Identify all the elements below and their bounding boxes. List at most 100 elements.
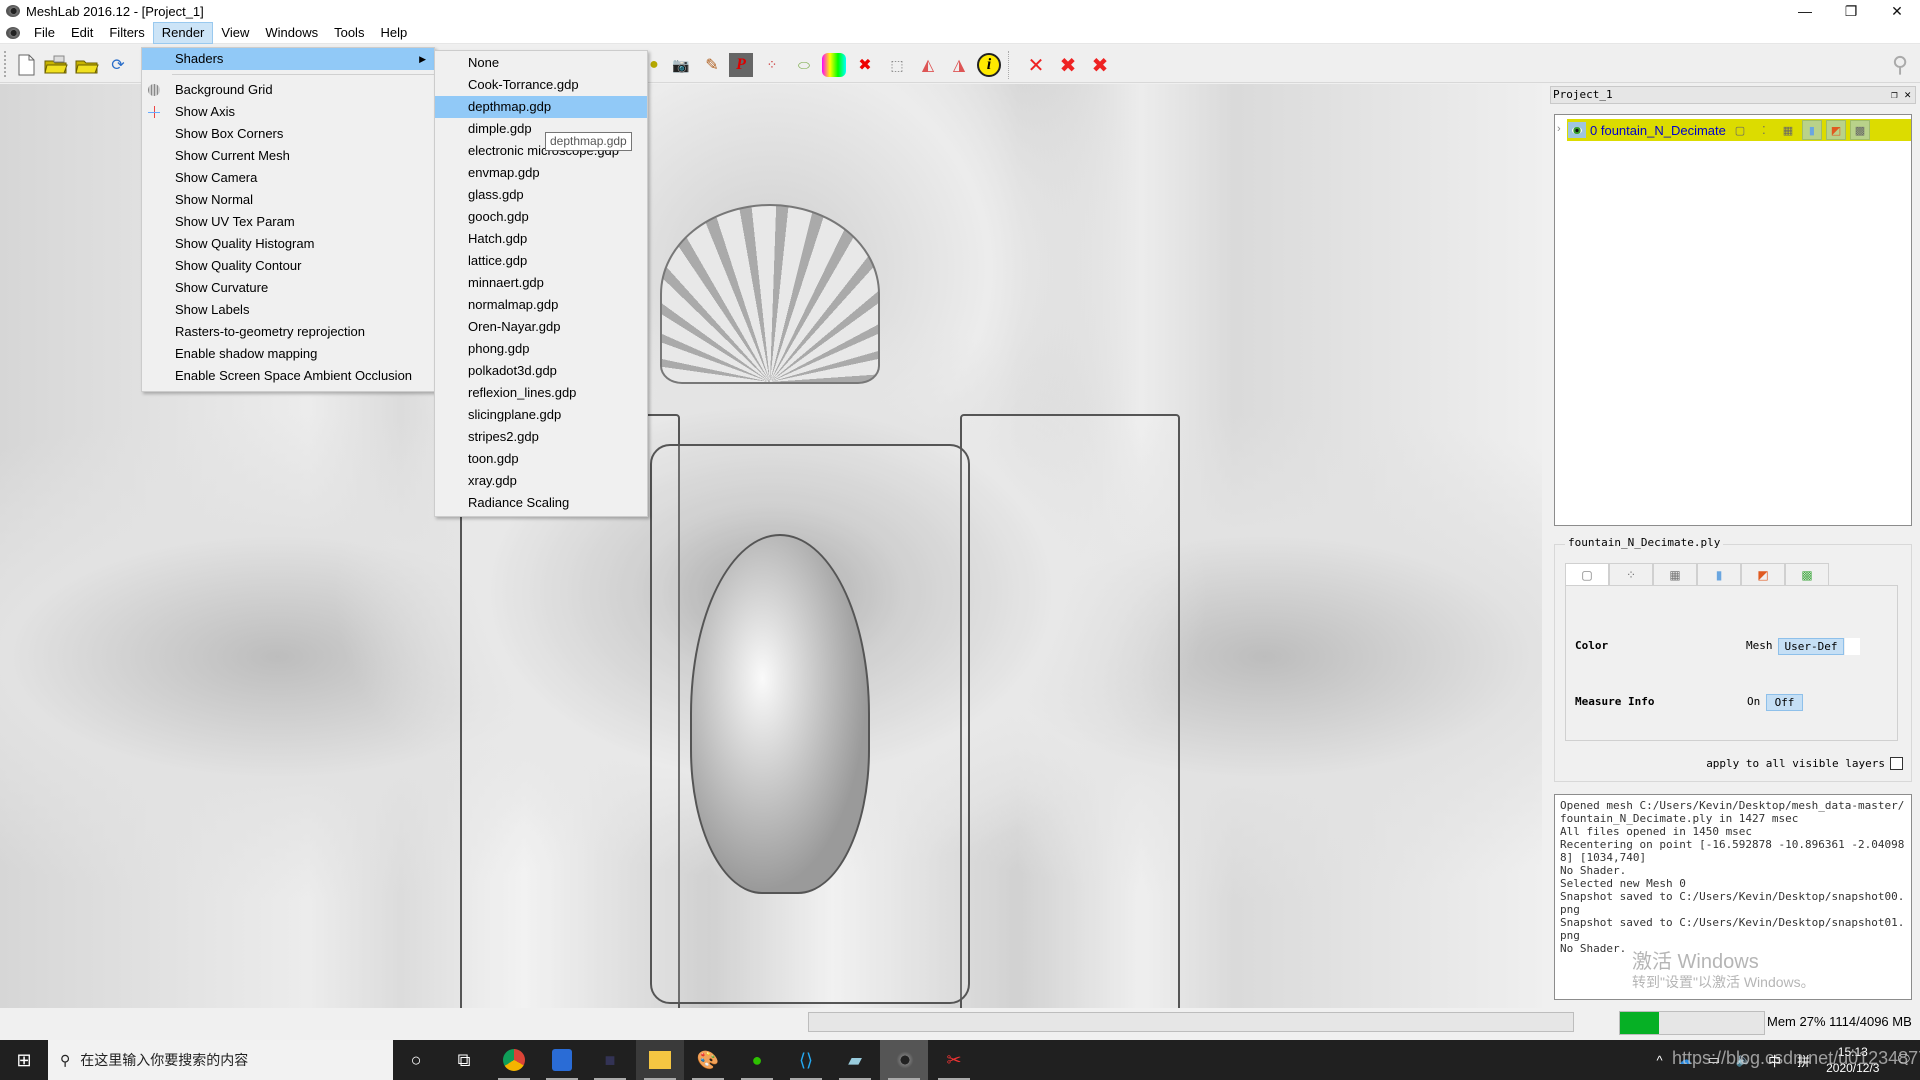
shader-item[interactable]: Oren-Nayar.gdp <box>435 316 647 338</box>
menu-item-show-quality-histogram[interactable]: Show Quality Histogram <box>142 233 434 255</box>
wireframe-icon[interactable]: ▦ <box>1778 120 1798 140</box>
toolbar-grip[interactable] <box>4 51 7 77</box>
paint-icon[interactable]: 🎨 <box>684 1040 732 1080</box>
menu-item-ssao[interactable]: Enable Screen Space Ambient Occlusion <box>142 365 434 387</box>
restore-button[interactable]: ❐ <box>1828 0 1874 22</box>
menu-edit[interactable]: Edit <box>63 22 101 44</box>
float-panel-icon[interactable]: ❐ <box>1891 88 1898 101</box>
task-view-icon[interactable]: ⧉ <box>440 1040 488 1080</box>
measure-on-option[interactable]: On <box>1747 695 1760 708</box>
open-project-icon[interactable] <box>44 53 68 77</box>
tab-texture[interactable]: ▩ <box>1785 563 1829 585</box>
raster-alignment-icon[interactable]: 📷 <box>669 53 693 77</box>
menu-filters[interactable]: Filters <box>101 22 152 44</box>
bbox-icon[interactable]: ▢ <box>1730 120 1750 140</box>
menu-item-show-quality-contour[interactable]: Show Quality Contour <box>142 255 434 277</box>
shader-item[interactable]: normalmap.gdp <box>435 294 647 316</box>
menu-item-show-axis[interactable]: Show Axis <box>142 101 434 123</box>
cat-app-icon[interactable]: ■ <box>586 1040 634 1080</box>
minimize-button[interactable]: — <box>1782 0 1828 22</box>
menu-item-rasters-reprojection[interactable]: Rasters-to-geometry reprojection <box>142 321 434 343</box>
new-project-icon[interactable] <box>14 53 38 77</box>
smooth-icon[interactable]: ◩ <box>1825 120 1846 140</box>
texture-icon[interactable]: ▩ <box>1849 120 1870 140</box>
pp-icon[interactable]: P <box>729 53 753 77</box>
shader-item[interactable]: polkadot3d.gdp <box>435 360 647 382</box>
snipping-icon[interactable]: ✂ <box>930 1040 978 1080</box>
menu-tools[interactable]: Tools <box>326 22 372 44</box>
cortana-icon[interactable]: ○ <box>392 1040 440 1080</box>
tab-smooth[interactable]: ◩ <box>1741 563 1785 585</box>
shader-item[interactable]: minnaert.gdp <box>435 272 647 294</box>
shader-item[interactable]: Hatch.gdp <box>435 228 647 250</box>
notes-icon[interactable]: ▰ <box>831 1040 879 1080</box>
select-faces-icon[interactable]: ◭ <box>916 53 940 77</box>
delete-vertices-icon[interactable]: ✕ <box>1024 53 1048 77</box>
chrome-icon[interactable] <box>490 1040 538 1080</box>
shader-item[interactable]: xray.gdp <box>435 470 647 492</box>
close-button[interactable]: ✕ <box>1874 0 1920 22</box>
open-mesh-icon[interactable] <box>75 53 99 77</box>
menu-item-show-box-corners[interactable]: Show Box Corners <box>142 123 434 145</box>
paint-brush-icon[interactable]: ✎ <box>700 53 724 77</box>
quality-mapper-icon[interactable] <box>822 53 846 77</box>
tab-bbox[interactable]: ▢ <box>1565 563 1609 585</box>
select-vertices-icon[interactable]: ⬚ <box>885 53 909 77</box>
menu-item-background-grid[interactable]: Background Grid <box>142 79 434 101</box>
meshlab-icon[interactable] <box>880 1040 928 1080</box>
wechat-icon[interactable]: ● <box>733 1040 781 1080</box>
menu-item-show-camera[interactable]: Show Camera <box>142 167 434 189</box>
shader-item[interactable]: stripes2.gdp <box>435 426 647 448</box>
menu-item-show-uv-tex-param[interactable]: Show UV Tex Param <box>142 211 434 233</box>
tab-points[interactable]: ⁘ <box>1609 563 1653 585</box>
tab-flat[interactable]: ▮ <box>1697 563 1741 585</box>
shader-item[interactable]: reflexion_lines.gdp <box>435 382 647 404</box>
menu-item-shaders[interactable]: Shaders ▶ <box>142 48 434 70</box>
menu-windows[interactable]: Windows <box>257 22 326 44</box>
flat-icon[interactable]: ▮ <box>1801 120 1822 140</box>
shader-item[interactable]: depthmap.gdp <box>435 96 647 118</box>
shader-item[interactable]: lattice.gdp <box>435 250 647 272</box>
menu-item-show-normal[interactable]: Show Normal <box>142 189 434 211</box>
tab-wire[interactable]: ▦ <box>1653 563 1697 585</box>
shader-item[interactable]: phong.gdp <box>435 338 647 360</box>
meshlab-menu-icon[interactable] <box>6 26 20 39</box>
shader-item[interactable]: gooch.gdp <box>435 206 647 228</box>
apply-all-checkbox[interactable] <box>1890 757 1903 770</box>
menu-view[interactable]: View <box>213 22 257 44</box>
menu-render[interactable]: Render <box>152 21 214 44</box>
color-mesh-option[interactable]: Mesh <box>1746 639 1773 652</box>
layer-row[interactable]: 0 fountain_N_Decimate ▢ ⁚ ▦ ▮ ◩ ▩ <box>1567 119 1911 141</box>
vscode-icon[interactable]: ⟨⟩ <box>782 1040 830 1080</box>
user-color-swatch[interactable] <box>1845 638 1860 655</box>
file-explorer-icon[interactable] <box>636 1040 684 1080</box>
close-panel-icon[interactable]: ✕ <box>1904 88 1911 101</box>
search-icon[interactable]: ⚲ <box>1888 52 1912 77</box>
select-connected-faces-icon[interactable]: ◮ <box>947 53 971 77</box>
tray-expand-icon[interactable]: ^ <box>1656 1053 1662 1068</box>
georef-icon[interactable]: ✖ <box>853 53 877 77</box>
delete-faces-icon[interactable]: ✖ <box>1056 53 1080 77</box>
delete-faces-vertices-icon[interactable]: ✖ <box>1088 53 1112 77</box>
shader-item[interactable]: Cook-Torrance.gdp <box>435 74 647 96</box>
menu-file[interactable]: File <box>26 22 63 44</box>
menu-item-show-curvature[interactable]: Show Curvature <box>142 277 434 299</box>
color-userdef-option[interactable]: User-Def <box>1778 638 1844 655</box>
shader-item[interactable]: glass.gdp <box>435 184 647 206</box>
windows-start-icon[interactable]: ⊞ <box>0 1040 48 1080</box>
menu-help[interactable]: Help <box>372 22 415 44</box>
measure-icon[interactable]: ⬭ <box>792 53 816 77</box>
expand-arrow-icon[interactable]: › <box>1557 123 1561 135</box>
shader-item[interactable]: Radiance Scaling <box>435 492 647 514</box>
menu-item-show-current-mesh[interactable]: Show Current Mesh <box>142 145 434 167</box>
menu-item-show-labels[interactable]: Show Labels <box>142 299 434 321</box>
shader-item[interactable]: envmap.gdp <box>435 162 647 184</box>
info-icon[interactable]: i <box>977 53 1001 77</box>
visibility-eye-icon[interactable] <box>1568 122 1586 138</box>
wps-icon[interactable] <box>538 1040 586 1080</box>
taskbar-search[interactable]: ⚲ 在这里输入你要搜索的内容 <box>48 1040 393 1080</box>
points-icon[interactable]: ⁚ <box>1754 120 1774 140</box>
measure-off-option[interactable]: Off <box>1766 694 1803 711</box>
shader-item[interactable]: toon.gdp <box>435 448 647 470</box>
shader-item[interactable]: slicingplane.gdp <box>435 404 647 426</box>
